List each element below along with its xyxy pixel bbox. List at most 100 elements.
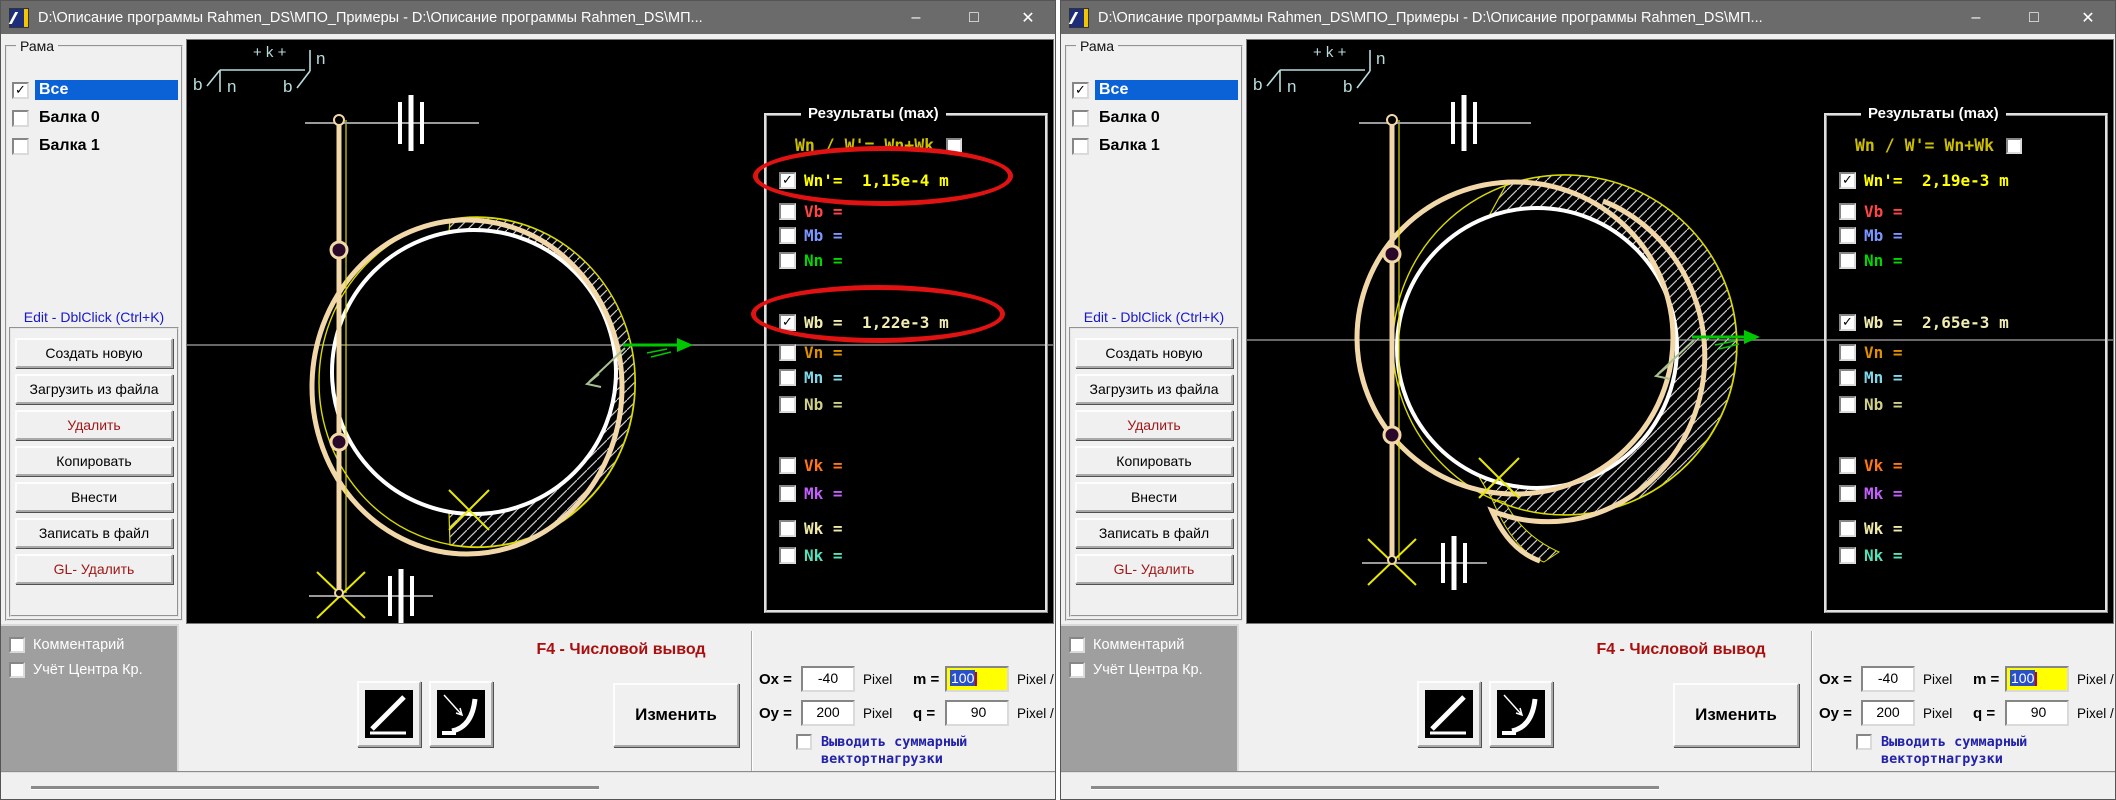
load-from-file-button[interactable]: Загрузить из файла [15, 374, 173, 404]
checkbox-wn[interactable]: ✓ [779, 172, 796, 189]
edit-link[interactable]: Edit - DblClick (Ctrl+K) [1067, 309, 1241, 325]
diagram-curve-button[interactable] [1489, 681, 1553, 747]
checkbox-wn[interactable]: ✓ [1839, 172, 1856, 189]
minimize-icon[interactable]: – [1953, 1, 1999, 34]
checkbox-wb[interactable]: ✓ [779, 314, 796, 331]
sum-vector-checkbox[interactable] [1856, 734, 1872, 750]
formula-checkbox[interactable] [946, 138, 962, 154]
oy-input[interactable]: 200 [1861, 700, 1915, 726]
legend-b-left: b [1253, 75, 1262, 94]
checkbox-mn[interactable] [779, 369, 796, 386]
write-to-file-button[interactable]: Записать в файл [1075, 518, 1233, 548]
sum-vector-checkbox[interactable] [796, 734, 812, 750]
comment-option[interactable]: Комментарий [9, 637, 124, 653]
checkbox-beam0[interactable] [1072, 110, 1089, 127]
m-input[interactable]: 100 [945, 666, 1009, 692]
maximize-icon[interactable]: □ [951, 1, 997, 34]
q-input[interactable]: 90 [945, 700, 1009, 726]
checkbox-wb[interactable]: ✓ [1839, 314, 1856, 331]
list-item-all[interactable]: ✓ Все [12, 77, 178, 103]
diagram-line-button[interactable] [357, 681, 421, 747]
checkbox-beam1[interactable] [12, 138, 29, 155]
checkbox-all[interactable]: ✓ [12, 82, 29, 99]
list-item-all[interactable]: ✓ Все [1072, 77, 1238, 103]
copy-button[interactable]: Копировать [15, 446, 173, 476]
titlebar[interactable]: D:\Описание программы Rahmen_DS\МПО_Прим… [1, 1, 1055, 34]
checkbox-all[interactable]: ✓ [1072, 82, 1089, 99]
load-from-file-button[interactable]: Загрузить из файла [1075, 374, 1233, 404]
result-row-nb: Nb = [1839, 394, 1922, 415]
list-item-beam0[interactable]: Балка 0 [12, 105, 178, 131]
scrollbar[interactable] [31, 786, 599, 789]
oy-label: Oy = [1819, 705, 1852, 722]
oy-input[interactable]: 200 [801, 700, 855, 726]
checkbox-nb[interactable] [1839, 396, 1856, 413]
checkbox-mk[interactable] [779, 485, 796, 502]
close-icon[interactable]: ✕ [2065, 1, 2111, 34]
delete-button[interactable]: Удалить [1075, 410, 1233, 440]
center-checkbox[interactable] [1069, 662, 1085, 678]
gl-delete-button[interactable]: GL- Удалить [1075, 554, 1233, 584]
q-input[interactable]: 90 [2005, 700, 2069, 726]
comment-checkbox[interactable] [1069, 637, 1085, 653]
gl-delete-button[interactable]: GL- Удалить [15, 554, 173, 584]
maximize-icon[interactable]: □ [2011, 1, 2057, 34]
change-button[interactable]: Изменить [613, 683, 739, 747]
drawing-canvas[interactable]: b n + k + b n [1246, 39, 2114, 624]
checkbox-nk[interactable] [779, 547, 796, 564]
scrollbar[interactable] [1091, 786, 1659, 789]
checkbox-mb[interactable] [1839, 227, 1856, 244]
checkbox-vb[interactable] [779, 203, 796, 220]
checkbox-wk[interactable] [1839, 520, 1856, 537]
minimize-icon[interactable]: – [893, 1, 939, 34]
sum-vector-option[interactable]: Выводить суммарныйвектортнагрузки [1856, 734, 2027, 768]
m-input[interactable]: 100 [2005, 666, 2069, 692]
legend-k: + k + [1313, 44, 1347, 61]
checkbox-vk[interactable] [779, 457, 796, 474]
insert-button[interactable]: Внести [1075, 482, 1233, 512]
comment-checkbox[interactable] [9, 637, 25, 653]
checkbox-vn[interactable] [1839, 344, 1856, 361]
checkbox-beam0[interactable] [12, 110, 29, 127]
checkbox-vb[interactable] [1839, 203, 1856, 220]
delete-button[interactable]: Удалить [15, 410, 173, 440]
center-option[interactable]: Учёт Центра Кр. [1069, 662, 1203, 678]
comment-option[interactable]: Комментарий [1069, 637, 1184, 653]
drawing-canvas[interactable]: b n + k + b n [186, 39, 1054, 624]
diagram-line-button[interactable] [1417, 681, 1481, 747]
center-option[interactable]: Учёт Центра Кр. [9, 662, 143, 678]
checkbox-mk[interactable] [1839, 485, 1856, 502]
checkbox-nk[interactable] [1839, 547, 1856, 564]
create-new-button[interactable]: Создать новую [15, 338, 173, 368]
insert-button[interactable]: Внести [15, 482, 173, 512]
sum-vector-option[interactable]: Выводить суммарныйвектортнагрузки [796, 734, 967, 768]
checkbox-vn[interactable] [779, 344, 796, 361]
write-to-file-button[interactable]: Записать в файл [15, 518, 173, 548]
copy-button[interactable]: Копировать [1075, 446, 1233, 476]
list-item-beam0[interactable]: Балка 0 [1072, 105, 1238, 131]
app-icon[interactable] [9, 8, 29, 28]
checkbox-beam1[interactable] [1072, 138, 1089, 155]
change-button[interactable]: Изменить [1673, 683, 1799, 747]
results-formula: Wn / W'= Wn+Wk [1855, 136, 1994, 155]
checkbox-nn[interactable] [779, 252, 796, 269]
app-icon[interactable] [1069, 8, 1089, 28]
checkbox-mn[interactable] [1839, 369, 1856, 386]
center-checkbox[interactable] [9, 662, 25, 678]
checkbox-vk[interactable] [1839, 457, 1856, 474]
checkbox-nn[interactable] [1839, 252, 1856, 269]
checkbox-wk[interactable] [779, 520, 796, 537]
diagram-curve-button[interactable] [429, 681, 493, 747]
screenshot-stage: D:\Описание программы Rahmen_DS\МПО_Прим… [0, 0, 2116, 800]
close-icon[interactable]: ✕ [1005, 1, 1051, 34]
list-item-beam1[interactable]: Балка 1 [12, 133, 178, 159]
create-new-button[interactable]: Создать новую [1075, 338, 1233, 368]
list-item-beam1[interactable]: Балка 1 [1072, 133, 1238, 159]
ox-input[interactable]: -40 [1861, 666, 1915, 692]
edit-link[interactable]: Edit - DblClick (Ctrl+K) [7, 309, 181, 325]
formula-checkbox[interactable] [2006, 138, 2022, 154]
checkbox-nb[interactable] [779, 396, 796, 413]
checkbox-mb[interactable] [779, 227, 796, 244]
titlebar[interactable]: D:\Описание программы Rahmen_DS\МПО_Прим… [1061, 1, 2115, 34]
ox-input[interactable]: -40 [801, 666, 855, 692]
